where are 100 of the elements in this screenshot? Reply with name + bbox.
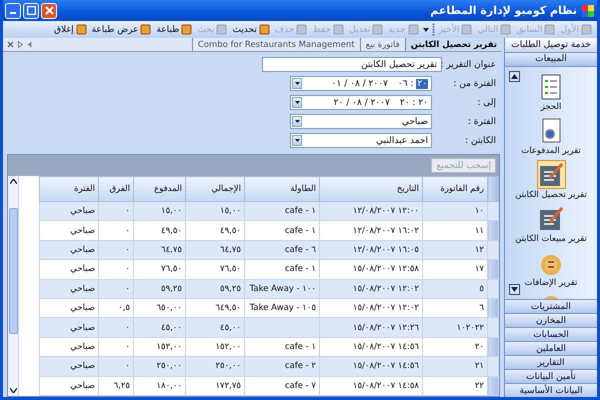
close-button[interactable] — [41, 2, 57, 18]
tool-icon — [296, 24, 308, 35]
table-cell: صباحي — [70, 380, 95, 391]
tool-icon — [140, 24, 152, 35]
table-cell: cafe - ٦ — [284, 244, 316, 255]
sidebar-item[interactable]: تقرير الإضافات — [524, 278, 578, 289]
table-cell: ١٢:٠٢ ١٥/٠٨/٢٠٠٧ — [352, 284, 419, 294]
toolbar-button[interactable]: إغلاق — [53, 24, 88, 35]
sidebar-section[interactable]: المخازن — [505, 313, 597, 327]
scrollbar-thumb[interactable] — [8, 208, 18, 334]
table-cell: ١٠٢٠٢٢ — [456, 322, 484, 333]
caret-down-icon — [294, 120, 300, 123]
column-header[interactable]: الإجمالي — [186, 176, 244, 202]
table-cell: ٦٤٩,٥٠ — [215, 303, 241, 314]
sidebar-section[interactable]: المشتريات — [505, 299, 597, 313]
table-cell: ٢٢ — [474, 380, 484, 391]
vertical-scrollbar[interactable] — [8, 176, 19, 396]
table-cell: ٤٥,٠٠ — [220, 322, 241, 333]
table-cell: ٦٤,٧٥ — [220, 244, 241, 255]
table-cell: ٤٩,٥٠ — [220, 226, 241, 236]
app-icon — [581, 4, 595, 18]
column-header[interactable]: الفترة — [40, 176, 98, 202]
field-label: إلى : — [476, 98, 496, 108]
table-cell: ٢٥٠,٠٠ — [156, 361, 182, 372]
sidebar-item[interactable]: الحجز — [540, 102, 562, 113]
table-cell: ١٥٢,٠٠ — [156, 342, 182, 352]
column-header[interactable]: المدفوع — [134, 176, 186, 202]
close-icon[interactable] — [7, 41, 14, 48]
dropdown-caret-icon[interactable] — [422, 28, 429, 32]
sidebar-section[interactable]: تأمين البيانات — [505, 369, 597, 383]
table-cell: ٠ — [125, 342, 130, 352]
table-cell: ١٧٢,٧٥ — [215, 380, 241, 391]
table-cell: صباحي — [70, 284, 95, 294]
dropdown-button[interactable] — [292, 78, 302, 89]
table-cell: ٠ — [125, 206, 130, 216]
table-cell: ٥ — [479, 284, 484, 294]
sidebar-section[interactable]: العاملين — [505, 341, 597, 355]
caret-up-icon — [511, 74, 518, 79]
table-cell: ١٢:٢٦ ١٥/٠٨/٢٠٠٧ — [352, 322, 419, 333]
shift-dropdown[interactable]: صباحي — [290, 114, 432, 129]
dropdown-button[interactable] — [292, 135, 302, 146]
document-tab[interactable]: فاتورة بيع — [360, 38, 405, 51]
column-header[interactable]: الطاولة — [244, 176, 320, 202]
table-cell: صباحي — [70, 264, 95, 274]
document-tab[interactable]: تقرير تحصيل الكابتن — [404, 38, 502, 51]
caret-up-icon[interactable] — [10, 179, 16, 184]
dropdown-button[interactable] — [292, 116, 302, 127]
minimize-button[interactable] — [5, 2, 21, 18]
scroll-right-icon[interactable] — [18, 41, 23, 48]
table-cell: ٠,٥ — [118, 303, 130, 314]
scroll-left-icon[interactable] — [27, 41, 32, 48]
toolbar-button[interactable]: عرض طباعة — [90, 24, 152, 35]
column-header[interactable]: رقم الفاتورة — [422, 176, 488, 202]
window-title: نظام كومبو لإدارة المطاعم — [430, 4, 577, 17]
toolbar-button[interactable]: طباعة — [155, 24, 194, 35]
column-header[interactable]: التاريخ — [320, 176, 422, 202]
sidebar-item[interactable]: تقرير تحصيل الكابتن — [515, 190, 587, 201]
sidebar-section[interactable]: البيانات الأساسية — [505, 383, 597, 397]
tool-icon — [372, 24, 384, 35]
sidebar-item[interactable]: تقرير المدفوعات — [521, 146, 581, 157]
date-time-picker[interactable]: ٢٠ : ٠٦ ٢٠٠٧ / ٠٨ / ٠١ — [290, 76, 432, 91]
table-cell: ٧٦,٥٠ — [220, 264, 241, 274]
table-cell: صباحي — [70, 303, 95, 314]
table-cell: ٢٥٠,٠٠ — [215, 361, 241, 372]
table-cell: cafe - ١ — [284, 226, 316, 236]
table-cell: cafe - ١ — [284, 206, 316, 216]
field-label: الفترة : — [466, 116, 496, 126]
sidebar-section[interactable]: الحسابات — [505, 327, 597, 341]
table-cell: ٠ — [125, 322, 130, 333]
table-cell: ١٥,٠٠ — [220, 206, 241, 216]
column-header[interactable]: الفرق — [98, 176, 134, 202]
table-cell: صباحي — [70, 244, 95, 255]
table-cell: cafe - ٢ — [284, 361, 316, 372]
table-cell: ٠ — [125, 226, 130, 236]
scroll-up-button[interactable] — [509, 71, 520, 82]
sidebar-item[interactable]: تقرير مبيعات الكابتن — [515, 234, 587, 245]
caret-down-icon[interactable] — [10, 388, 16, 393]
report-icon[interactable] — [536, 160, 566, 189]
table-cell: ٥٩,٢٥ — [220, 284, 241, 294]
table-cell: ٤٥,٠٠ — [161, 322, 182, 333]
captain-dropdown[interactable]: احمد عبدالنبي — [290, 133, 432, 148]
document-tab[interactable]: Combo for Restaurants Management — [192, 38, 360, 51]
tool-icon — [461, 24, 472, 35]
table-cell: ٠ — [125, 284, 130, 294]
maximize-button[interactable] — [23, 2, 39, 18]
toolbar-button[interactable]: تحديث — [231, 24, 271, 35]
table-cell: ١٢:٥٨ ١٥/٠٨/٢٠٠٧ — [352, 264, 419, 274]
date-time-picker[interactable]: ٢٠ : ٢٠ ٢٠٠٧ / ٠٨ / ٢٠ — [290, 95, 432, 110]
caret-down-icon — [294, 101, 300, 104]
sidebar-header[interactable]: خدمة توصيل الطلبات — [505, 38, 597, 53]
table-cell: ٠ — [125, 264, 130, 274]
report-title-field[interactable]: تقرير تحصيل الكابتن — [262, 57, 442, 72]
tool-icon — [500, 24, 512, 35]
table-cell: ١٤:٥٦ ١٥/٠٨/٢٠٠٧ — [352, 361, 419, 372]
sidebar-section[interactable]: المبيعات — [505, 53, 597, 67]
sidebar-section[interactable]: التقارير — [505, 355, 597, 369]
dropdown-button[interactable] — [292, 97, 302, 108]
field-label: الفترة من : — [452, 78, 496, 88]
table-cell: ١٢ — [474, 244, 484, 255]
scroll-down-button[interactable] — [509, 284, 520, 295]
